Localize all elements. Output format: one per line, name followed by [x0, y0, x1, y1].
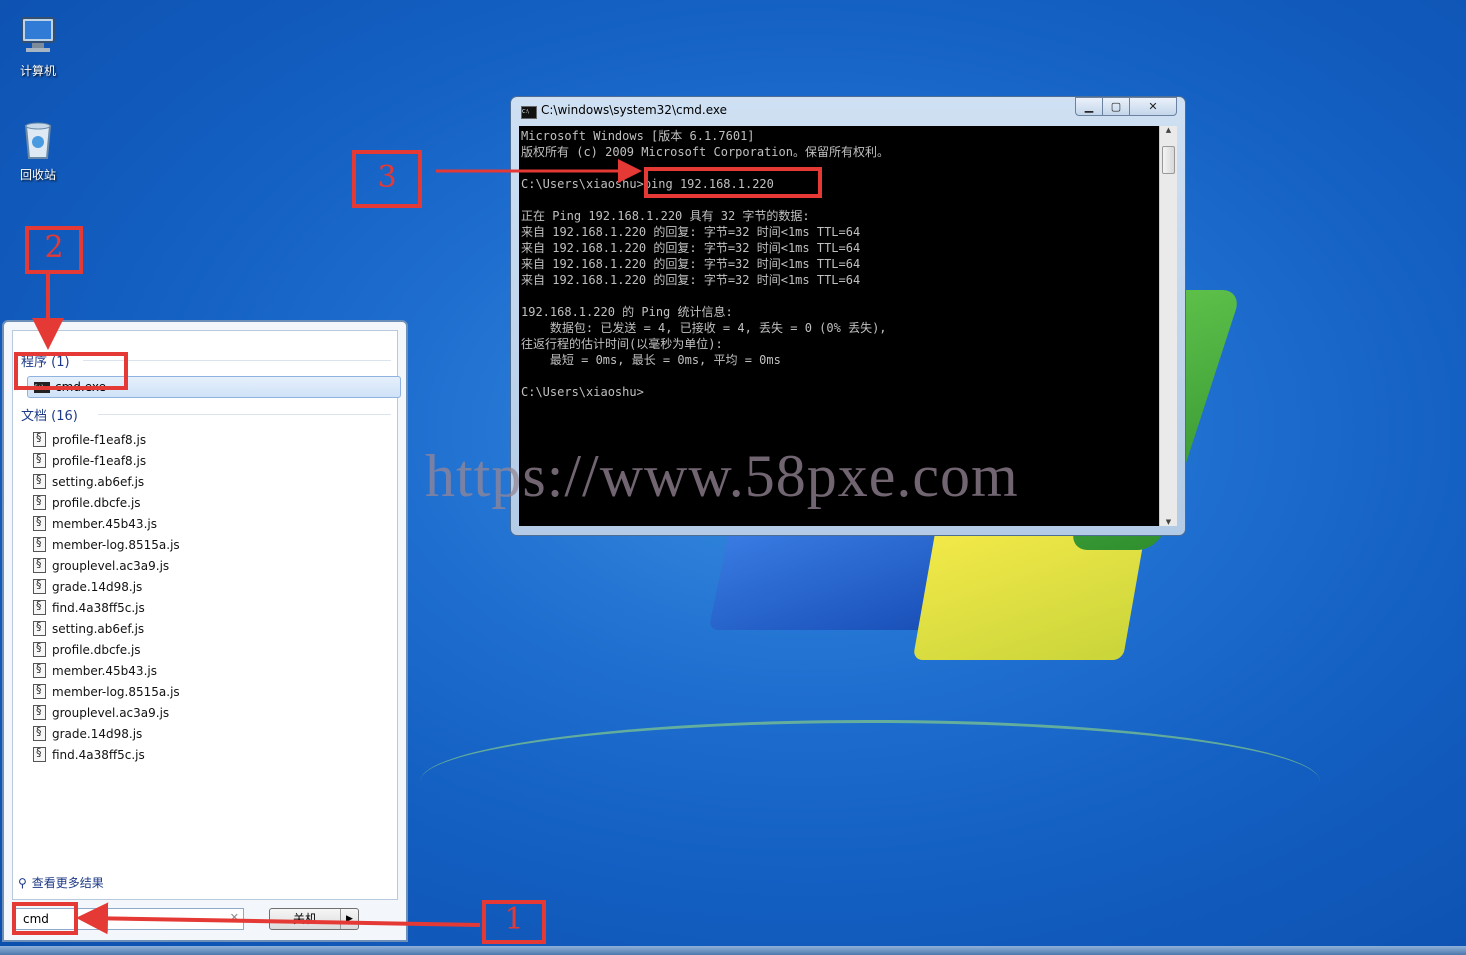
step3-number: 3 — [377, 160, 397, 195]
highlight-cmd-program — [14, 352, 128, 390]
arrow-step1 — [76, 902, 481, 935]
annotation-arrows — [32, 159, 642, 935]
step1-number: 1 — [504, 902, 524, 937]
step2-number: 2 — [44, 230, 64, 265]
taskbar[interactable] — [0, 946, 1466, 955]
highlight-search-box — [12, 902, 78, 935]
highlight-ping-command — [644, 167, 822, 198]
